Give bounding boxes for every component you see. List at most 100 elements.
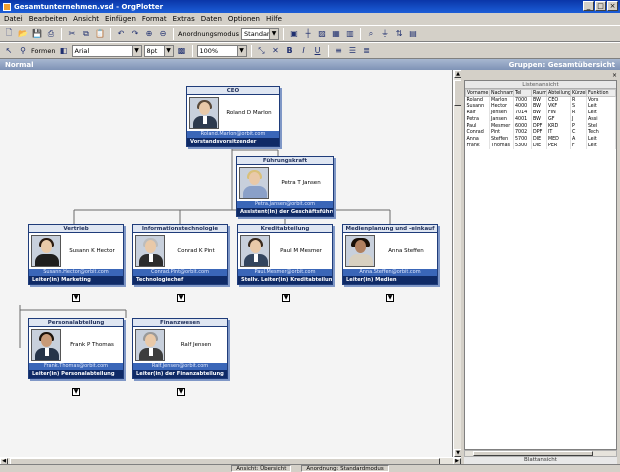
redo-icon[interactable]: ↷ [129,28,141,40]
cut-icon[interactable]: ✂ [66,28,78,40]
undo-icon[interactable]: ↶ [115,28,127,40]
menu-daten[interactable]: Daten [201,15,222,23]
search-icon[interactable]: ⌕ [365,28,377,40]
column-header[interactable]: Nachname [489,89,514,97]
save-icon[interactable]: 💾 [31,28,43,40]
table-row[interactable]: Petra Jansen 4001 BW GF J Assi [465,116,616,123]
node-body: Conrad K Pint [133,233,227,269]
menu-hilfe[interactable]: Hilfe [266,15,282,23]
table-cell: R [570,109,587,117]
align-left-icon[interactable]: ≡ [333,45,345,57]
close-icon[interactable]: × [607,1,618,11]
insert-box-icon[interactable]: ▣ [288,28,300,40]
column-header[interactable]: Tel [513,89,532,97]
org-node-vertrieb[interactable]: Vertrieb Susann K Hector Susann.Hector@o… [28,224,124,285]
employee-table: Vorname Nachname Tel Raum Abteilung Kürz… [465,89,616,150]
column-header[interactable]: Kürzel [570,89,587,97]
insert-image-icon[interactable]: ▨ [316,28,328,40]
copy-icon[interactable]: ⧉ [80,28,92,40]
org-node-assistant[interactable]: Führungskraft Petra T Jansen Petra.Janse… [236,156,334,217]
align-center-icon[interactable]: ☰ [347,45,359,57]
org-node-personal[interactable]: Personalabteilung Frank P Thomas Frank.T… [28,318,124,379]
open-icon[interactable]: 📂 [17,28,29,40]
table-row[interactable]: Conrad Pint 7002 DPF IT C Tech [465,129,616,137]
expand-toggle[interactable]: ▼ [177,294,185,302]
menu-format[interactable]: Format [142,15,167,23]
fill-color-icon[interactable]: ▩ [176,45,188,57]
expand-toggle[interactable]: ▼ [177,388,185,396]
italic-icon[interactable]: I [298,45,310,57]
table-icon[interactable]: ▦ [330,28,342,40]
org-chart-canvas[interactable]: CEO Roland D Marlon Roland.Marlon@orbit.… [0,70,453,457]
new-icon[interactable]: 🗋 [3,28,15,40]
binoculars-icon[interactable]: ⚲ [17,45,29,57]
table-cell: Hector [489,103,514,110]
chart-icon[interactable]: ▥ [344,28,356,40]
column-header[interactable]: Abteilung [546,89,571,97]
org-node-finanz[interactable]: Finanzwesen Ralf Jensen Ralf.Jensen@orbi… [132,318,228,379]
org-node-ceo[interactable]: CEO Roland D Marlon Roland.Marlon@orbit.… [186,86,280,147]
canvas-vertical-scrollbar[interactable]: ▲ ▼ [453,70,462,457]
connector-icon[interactable]: ⤡ [256,45,268,57]
table-row[interactable]: Ralf Jensen 7014 BW FIN R Leit [465,109,616,117]
canvas-horizontal-scrollbar[interactable]: ◀ ▶ [0,457,461,465]
table-cell: Steffen [489,136,514,143]
align-right-icon[interactable]: ≣ [361,45,373,57]
pane-close-icon[interactable]: × [612,72,617,79]
org-node-kredit[interactable]: Kreditabteilung Paul M Mesmer Paul.Mesme… [237,224,333,285]
font-name-select[interactable]: Arial ▼ [71,44,142,57]
underline-icon[interactable]: U [312,45,324,57]
column-header[interactable]: Vorname [465,89,490,97]
font-size-select[interactable]: 8pt ▼ [143,44,174,57]
print-icon[interactable]: ⎙ [45,28,57,40]
expand-toggle[interactable]: ▼ [72,388,80,396]
table-cell: CEO [546,96,571,104]
table-row[interactable]: Anna Steffen 5700 DIE MED A Leit [465,136,616,143]
node-body: Paul M Mesmer [238,233,332,269]
table-row[interactable]: Frank Thomas 5300 DIE PER F Leit [465,142,616,150]
maximize-icon[interactable]: □ [595,1,606,11]
menu-bearbeiten[interactable]: Bearbeiten [29,15,67,23]
grid-horizontal-scrollbar[interactable] [464,450,617,457]
toolbar-separator [173,27,174,40]
format-toolbar: ↖ ⚲ Formen ◧ Arial ▼ 8pt ▼ ▩ 100% ▼ ⤡ ✕ B I… [0,42,620,59]
insert-line-icon[interactable]: ┼ [302,28,314,40]
zoom-select[interactable]: 100% ▼ [196,44,247,57]
menu-datei[interactable]: Datei [4,15,23,23]
expand-toggle[interactable]: ▼ [386,294,394,302]
menu-extras[interactable]: Extras [173,15,195,23]
zoom-in-icon[interactable]: ⊕ [143,28,155,40]
filter-icon[interactable]: ⏚ [379,28,391,40]
table-row[interactable]: Paul Mesmer 6000 DPF KRD P Stel [465,122,616,130]
layout-select[interactable]: Standard ▼ [241,27,280,40]
employee-grid[interactable]: Listenansicht Vorname Nachname Tel Raum … [464,80,617,450]
menu-einfuegen[interactable]: Einfügen [105,15,136,23]
table-cell: PER [546,142,571,150]
menu-optionen[interactable]: Optionen [228,15,260,23]
scroll-thumb[interactable] [473,451,593,456]
table-cell: Marlon [489,96,514,104]
org-node-medien[interactable]: Medienplanung und -einkauf Anna Steffen … [342,224,438,285]
menu-ansicht[interactable]: Ansicht [73,15,99,23]
table-cell: S [570,103,587,110]
shape-icon[interactable]: ◧ [58,45,70,57]
table-cell: R [570,96,587,104]
pointer-icon[interactable]: ↖ [3,45,15,57]
delete-icon[interactable]: ✕ [270,45,282,57]
table-row[interactable]: Roland Marlon 7000 BW CEO R Vors [465,96,616,104]
expand-toggle[interactable]: ▼ [72,294,80,302]
expand-toggle[interactable]: ▼ [282,294,290,302]
org-node-it[interactable]: Informationstechnologie Conrad K Pint Co… [132,224,228,285]
paste-icon[interactable]: 📋 [94,28,106,40]
table-cell: 7000 [513,96,532,104]
toolbar-separator [250,44,252,57]
table-row[interactable]: Susann Hector 4000 BW VKF S Leit [465,103,616,110]
grid-icon[interactable]: ▤ [407,28,419,40]
column-header[interactable]: Raum [531,89,547,97]
zoom-out-icon[interactable]: ⊖ [157,28,169,40]
column-header[interactable]: Funktion [586,89,616,97]
window-controls: _ □ × [583,1,618,11]
bold-icon[interactable]: B [284,45,296,57]
minimize-icon[interactable]: _ [583,1,594,11]
sort-icon[interactable]: ⇅ [393,28,405,40]
